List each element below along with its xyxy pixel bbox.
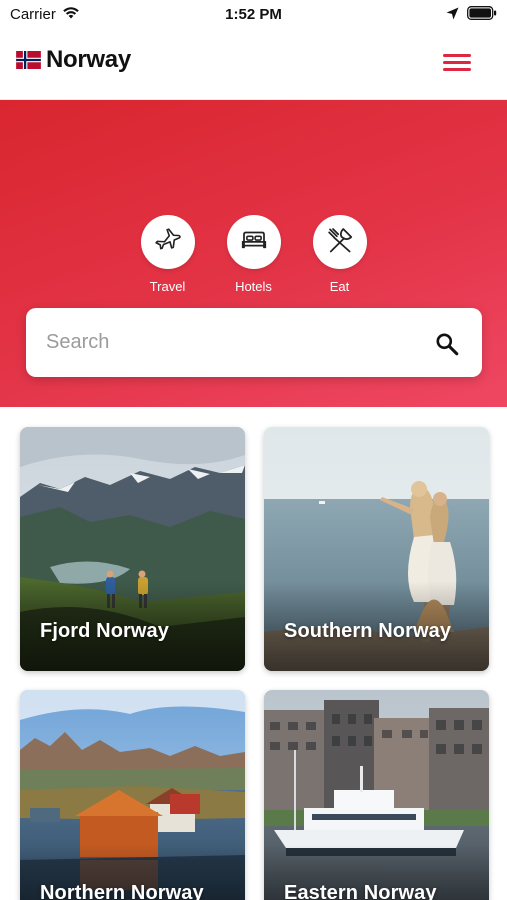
region-card-northern[interactable]: Northern Norway xyxy=(20,690,245,900)
search-input[interactable] xyxy=(46,308,426,377)
status-indicators xyxy=(446,6,497,25)
norway-flag-icon xyxy=(16,51,41,69)
region-name-fjord: Fjord Norway xyxy=(40,620,169,642)
category-eat[interactable]: Eat xyxy=(312,215,367,294)
wifi-icon xyxy=(62,6,80,23)
app-header: Norway xyxy=(0,30,507,100)
airplane-icon xyxy=(153,225,183,260)
region-name-southern: Southern Norway xyxy=(284,620,452,642)
region-card-fjord[interactable]: Fjord Norway xyxy=(20,427,245,671)
region-card-eastern[interactable]: Eastern Norway xyxy=(264,690,489,900)
region-grid: Fjord Norway Southern Norway Northern No… xyxy=(0,407,507,900)
region-name-northern: Northern Norway xyxy=(40,882,204,900)
category-hotels-circle[interactable] xyxy=(226,215,281,269)
bed-icon xyxy=(239,225,269,260)
category-travel-circle[interactable] xyxy=(140,215,195,269)
region-name-eastern: Eastern Norway xyxy=(284,882,437,900)
fork-knife-icon xyxy=(325,225,355,260)
category-travel[interactable]: Travel xyxy=(140,215,195,294)
status-carrier-group: Carrier xyxy=(10,6,80,23)
search-bar xyxy=(26,308,482,377)
category-eat-label: Eat xyxy=(329,279,350,294)
category-shortcuts: Travel Hotels Eat xyxy=(0,215,507,294)
category-hotels[interactable]: Hotels xyxy=(226,215,281,294)
hamburger-menu-icon[interactable] xyxy=(443,52,473,74)
status-bar: Carrier 1:52 PM xyxy=(0,0,507,30)
brand: Norway xyxy=(16,46,131,74)
app-title: Norway xyxy=(46,46,131,73)
region-card-southern[interactable]: Southern Norway xyxy=(264,427,489,671)
category-eat-circle[interactable] xyxy=(312,215,367,269)
carrier-label: Carrier xyxy=(10,6,56,23)
category-hotels-label: Hotels xyxy=(235,279,272,294)
category-travel-label: Travel xyxy=(149,279,186,294)
battery-icon xyxy=(467,6,497,25)
hero-banner: Travel Hotels Eat Search xyxy=(0,100,507,407)
search-icon[interactable] xyxy=(434,331,460,357)
location-arrow-icon xyxy=(446,7,459,25)
